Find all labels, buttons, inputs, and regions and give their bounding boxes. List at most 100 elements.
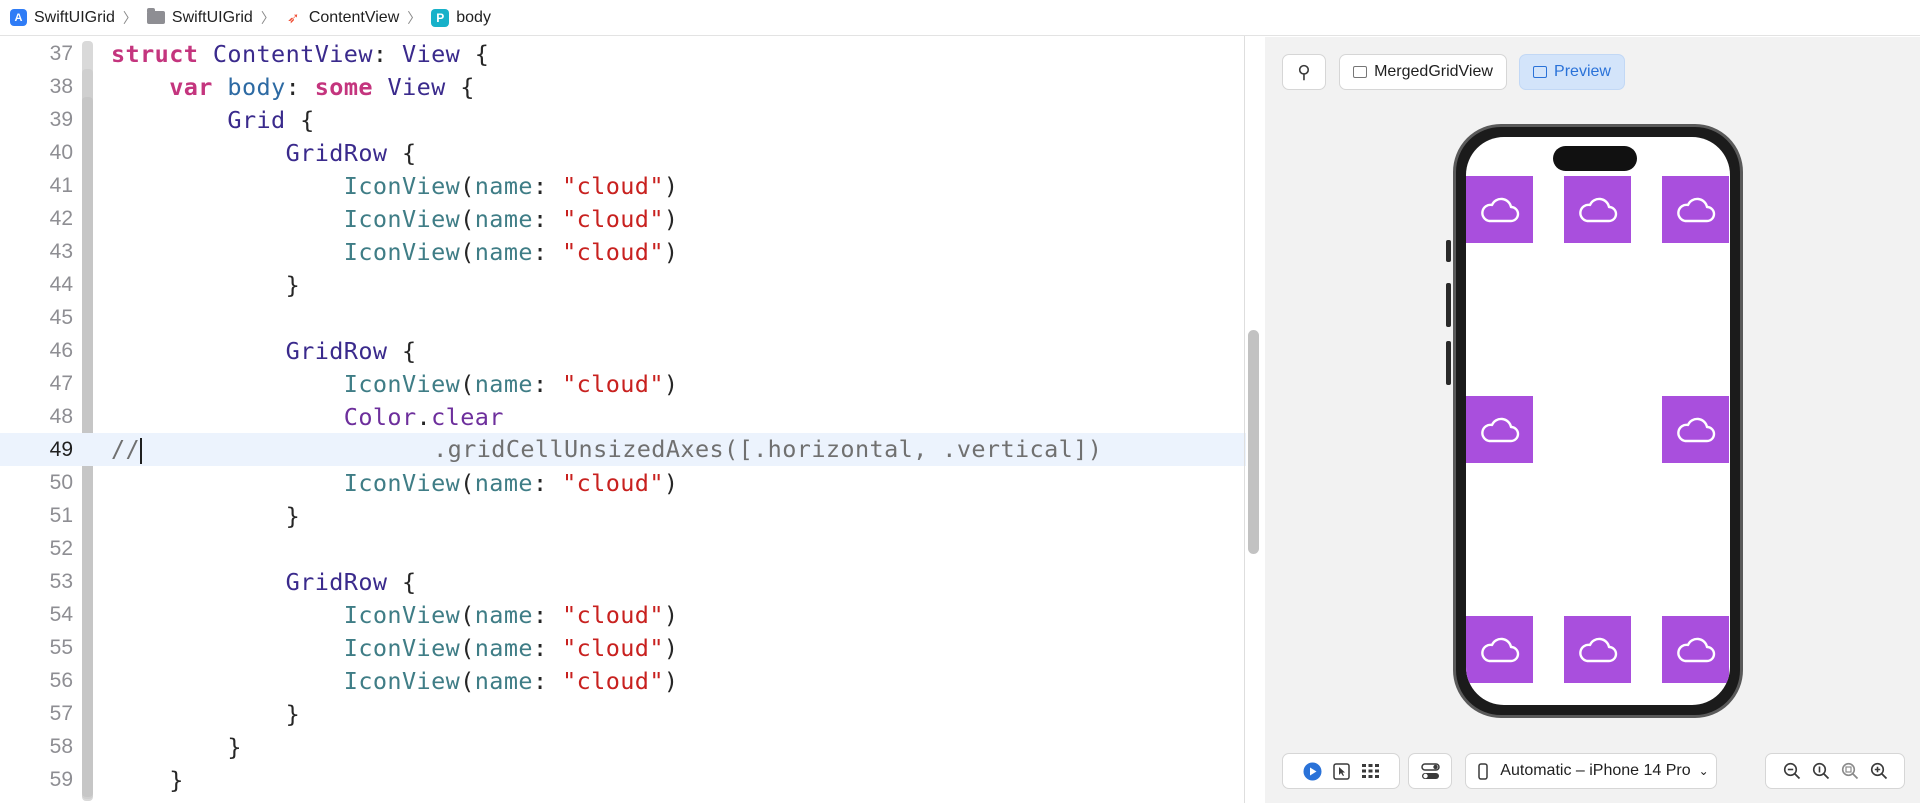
code-line[interactable]: 50 IconView(name: "cloud") [0,466,1246,499]
line-number: 38 [49,74,73,98]
code-text: } [169,765,184,794]
chevron-right-icon: 〉 [260,9,275,26]
code-text: Color.clear [343,402,504,431]
editor-scrollbar[interactable] [1248,330,1259,554]
line-number: 49 [49,437,73,461]
code-text: } [227,732,242,761]
line-number: 40 [49,140,73,164]
line-number: 46 [49,338,73,362]
code-line[interactable]: 59 } [0,763,1246,796]
code-line[interactable]: 45 [0,301,1246,334]
cloud-cell [1564,616,1631,683]
code-line[interactable]: 39 Grid { [0,103,1246,136]
line-number: 41 [49,173,73,197]
code-line[interactable]: 51 } [0,499,1246,532]
dynamic-island [1553,146,1637,171]
code-line[interactable]: 58 } [0,730,1246,763]
pin-icon: ⚲ [1297,61,1311,82]
zoom-actual-size-icon[interactable] [1811,762,1830,781]
breadcrumb: A SwiftUIGrid 〉 SwiftUIGrid 〉 ➶ ContentV… [0,0,1920,36]
cloud-icon [1480,197,1519,222]
code-line[interactable]: 43 IconView(name: "cloud") [0,235,1246,268]
iphone-icon [1473,762,1492,781]
code-line[interactable]: 53 GridRow { [0,565,1246,598]
line-number: 48 [49,404,73,428]
merged-grid-view-button[interactable]: MergedGridView [1339,54,1507,90]
cloud-icon [1578,197,1617,222]
code-line[interactable]: 41 IconView(name: "cloud") [0,169,1246,202]
code-text: IconView(name: "cloud") [343,600,679,629]
code-line[interactable]: 38 var body: some View { [0,70,1246,103]
device-selector[interactable]: Automatic – iPhone 14 Pro ⌄ [1465,753,1717,789]
device-label: Automatic – iPhone 14 Pro [1500,762,1691,779]
line-number: 47 [49,371,73,395]
code-line[interactable]: 46 GridRow { [0,334,1246,367]
breadcrumb-label: SwiftUIGrid [34,8,115,26]
code-line[interactable]: 37 struct ContentView: View { [0,37,1246,70]
code-text: var body: some View { [169,72,475,101]
line-number: 57 [49,701,73,725]
line-number: 43 [49,239,73,263]
breadcrumb-folder[interactable]: SwiftUIGrid [146,8,253,27]
pin-button[interactable]: ⚲ [1282,54,1326,90]
code-text: IconView(name: "cloud") [343,666,679,695]
code-line[interactable]: 44 } [0,268,1246,301]
cloud-cell [1466,176,1533,243]
breadcrumb-file[interactable]: ➶ ContentView [285,9,399,27]
zoom-in-icon[interactable] [1869,762,1888,781]
cloud-cell [1564,176,1631,243]
line-number: 53 [49,569,73,593]
zoom-to-fit-icon[interactable] [1840,762,1859,781]
line-number: 42 [49,206,73,230]
breadcrumb-project[interactable]: A SwiftUIGrid [10,9,115,27]
code-line[interactable]: 42 IconView(name: "cloud") [0,202,1246,235]
preview-mode-group [1282,753,1400,789]
selectable-cursor-icon[interactable] [1332,762,1351,781]
code-text: IconView(name: "cloud") [343,468,679,497]
code-text: Grid { [227,105,315,134]
chevron-right-icon: 〉 [407,9,422,26]
view-button-label: MergedGridView [1374,63,1493,80]
code-line[interactable]: 55 IconView(name: "cloud") [0,631,1246,664]
breadcrumb-label: SwiftUIGrid [171,8,253,26]
line-number: 50 [49,470,73,494]
preview-button-label: Preview [1554,63,1611,80]
pane-divider[interactable] [1244,36,1245,803]
property-icon: P [431,8,450,27]
code-text: IconView(name: "cloud") [343,171,679,200]
phone-screen[interactable] [1466,137,1730,705]
cloud-cell [1662,176,1729,243]
breadcrumb-symbol[interactable]: P body [431,8,491,27]
line-number: 55 [49,635,73,659]
zoom-controls [1765,753,1905,789]
code-editor[interactable]: 37 struct ContentView: View { 38 var bod… [0,37,1246,803]
preview-button[interactable]: Preview [1519,54,1625,90]
chevron-down-icon: ⌄ [1698,764,1709,778]
code-text: IconView(name: "cloud") [343,237,679,266]
view-icon [1353,66,1368,78]
iphone-frame [1453,124,1743,718]
code-text: } [285,699,301,728]
chevron-right-icon: 〉 [122,9,137,26]
breadcrumb-label: body [456,8,491,26]
preview-icon [1533,66,1548,78]
line-number: 54 [49,602,73,626]
code-line[interactable]: 40 GridRow { [0,136,1246,169]
variants-grid-icon[interactable] [1361,762,1380,781]
zoom-out-icon[interactable] [1782,762,1801,781]
code-line[interactable]: 48 Color.clear [0,400,1246,433]
phone-volume-up [1446,283,1451,327]
code-line[interactable]: 47 IconView(name: "cloud") [0,367,1246,400]
code-line[interactable]: 54 IconView(name: "cloud") [0,598,1246,631]
cloud-cell [1466,396,1533,463]
line-number: 44 [49,272,73,296]
code-line-current[interactable]: 49 // .gridCellUnsizedAxes([.horizontal,… [0,433,1246,466]
line-number: 52 [49,536,73,560]
code-line[interactable]: 57 } [0,697,1246,730]
code-text: GridRow { [285,138,417,167]
canvas-settings-button[interactable] [1408,753,1452,789]
code-line[interactable]: 56 IconView(name: "cloud") [0,664,1246,697]
swift-file-icon: ➶ [287,9,300,27]
live-play-icon[interactable] [1303,762,1322,781]
code-line[interactable]: 52 [0,532,1246,565]
